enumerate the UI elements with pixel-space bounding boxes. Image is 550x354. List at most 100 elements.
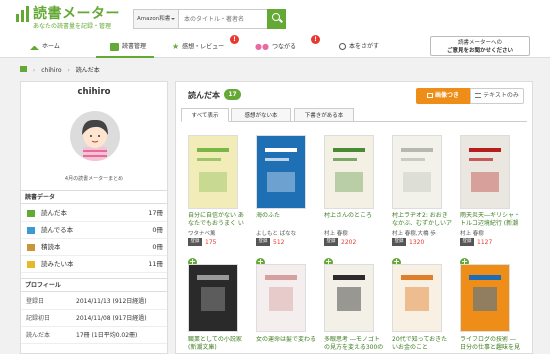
book-title[interactable]: 雨天炎天―ギリシャ・トルコ辺境紀行 (新潮	[460, 212, 520, 227]
book-cover[interactable]	[460, 264, 510, 332]
site-tagline: あなたの読書量を記録・管理	[33, 23, 112, 30]
image-view-icon	[426, 93, 433, 98]
book-author[interactable]: よしもと ばなな	[256, 229, 296, 237]
book-title[interactable]: 自分に自信がない あなたでもおうまく いく	[188, 212, 248, 227]
book-cover[interactable]	[460, 135, 510, 209]
book-title[interactable]: 20代で知っておきたいお金のこと	[392, 336, 452, 351]
view-text-only-button[interactable]: テキストのみ	[470, 88, 524, 104]
book-cover[interactable]	[256, 135, 306, 209]
breadcrumb-user[interactable]: chihiro	[41, 67, 61, 74]
profile-detail-key: 読んだ本	[26, 332, 51, 339]
view-with-images-button[interactable]: 画像つき	[416, 88, 470, 104]
reading-stat-row[interactable]: 読んだ本 17冊	[21, 205, 167, 222]
nav-reading[interactable]: 読書管理	[96, 36, 154, 58]
nav-connect[interactable]: ●● つながる	[255, 36, 296, 58]
read-icon	[27, 210, 35, 217]
book-title[interactable]: ライフログの技術 ―日分の仕事と趣味を見	[460, 336, 520, 351]
reading-stat-count: 11冊	[148, 260, 163, 268]
search-icon	[272, 13, 280, 21]
book-meta: 登録 512	[256, 238, 284, 247]
book-cover[interactable]	[392, 264, 442, 332]
book-icon	[110, 42, 119, 51]
book-title[interactable]: 女の運命は髪で変わる	[256, 336, 316, 351]
shelf-count-badge: 17	[224, 89, 241, 100]
feedback-line2: ご意見をお聞かせください	[446, 48, 513, 54]
book-title[interactable]: 海のふた	[256, 212, 316, 227]
breadcrumb-home-icon[interactable]	[20, 66, 27, 72]
connect-alert-badge: !	[311, 35, 320, 44]
wish-icon	[27, 261, 35, 268]
avatar[interactable]	[70, 111, 120, 161]
book-author[interactable]: 村上 春樹	[324, 229, 348, 237]
profile-detail-row: 記録初日 2014/11/08 (917日経過)	[21, 310, 167, 327]
feedback-line1: 読書メーターへの	[457, 40, 502, 46]
book-meta: 登録 2202	[324, 238, 356, 247]
shelf-tabs: すべて表示 感想がない本 下書きがある本	[181, 108, 527, 122]
tab-no-review[interactable]: 感想がない本	[231, 108, 291, 122]
book-pages: 512	[273, 238, 285, 246]
view-text-only-label: テキストのみ	[483, 92, 519, 99]
register-badge: 登録	[256, 238, 270, 246]
profile-header: プロフィール	[21, 278, 167, 292]
book-cover[interactable]	[256, 264, 306, 332]
book-cover[interactable]	[324, 135, 374, 209]
logo-icon	[16, 6, 30, 22]
shelf-title: 読んだ本	[188, 91, 220, 100]
book-cover[interactable]	[324, 264, 374, 332]
stack-icon	[27, 244, 35, 251]
search-input[interactable]	[181, 10, 267, 28]
bookshelf-panel: 読んだ本 17 画像つき テキストのみ すべて表示 感想がない本 下書きがある本…	[175, 81, 533, 354]
tab-show-all[interactable]: すべて表示	[181, 108, 229, 122]
search-category-select[interactable]: Amazon和書	[134, 10, 179, 28]
register-badge: 登録	[392, 238, 406, 246]
breadcrumb-current: 読んだ本	[75, 67, 100, 74]
reviews-alert-badge: !	[230, 35, 239, 44]
nav-home[interactable]: ホーム	[30, 36, 60, 58]
nav-reviews[interactable]: ★ 感想・レビュー	[172, 36, 224, 58]
book-meta: 登録 1320	[392, 238, 424, 247]
register-badge: 登録	[188, 238, 202, 246]
reading-stat-count: 0冊	[152, 226, 163, 234]
book-author[interactable]: 村上 春樹	[460, 229, 484, 237]
site-title: 読書メーター	[33, 6, 120, 22]
reading-stat-row[interactable]: 積読本 0冊	[21, 239, 167, 256]
people-icon: ●●	[255, 42, 269, 51]
profile-detail-row: 登録日 2014/11/13 (912日経過)	[21, 293, 167, 310]
book-title[interactable]: 村上さんのところ	[324, 212, 384, 227]
profile-detail-value: 2014/11/13 (912日経過)	[76, 298, 147, 305]
register-badge: 登録	[324, 238, 338, 246]
feedback-button[interactable]: 読書メーターへの ご意見をお聞かせください	[430, 36, 530, 56]
user-name[interactable]: chihiro	[21, 87, 167, 97]
tab-has-draft[interactable]: 下書きがある本	[294, 108, 354, 122]
nav-find-books[interactable]: 本をさがす	[339, 36, 379, 58]
reading-stat-label: 読みたい本	[41, 260, 74, 268]
nav-home-label: ホーム	[42, 43, 60, 50]
reading-stat-label: 読んだ本	[41, 209, 67, 217]
profile-detail-value: 2014/11/08 (917日経過)	[76, 315, 147, 322]
nav-reviews-label: 感想・レビュー	[182, 43, 225, 51]
list-view-icon	[475, 93, 482, 98]
book-title[interactable]: 村上ラヂオ2: おおきなかぶ、むずかしいアボ	[392, 212, 452, 227]
search-icon	[339, 43, 346, 50]
book-meta: 登録 1127	[460, 238, 492, 247]
nav-connect-label: つながる	[271, 43, 296, 51]
reading-stat-row[interactable]: 読みたい本 11冊	[21, 256, 167, 273]
search-button[interactable]	[267, 9, 286, 29]
book-cover[interactable]	[188, 264, 238, 332]
book-pages: 175	[205, 238, 217, 246]
star-icon: ★	[172, 42, 180, 51]
reading-stat-row[interactable]: 読んでる本 0冊	[21, 222, 167, 239]
profile-detail-row: 読んだ本 17冊 (1日平均0.02冊)	[21, 327, 167, 344]
book-cover[interactable]	[188, 135, 238, 209]
monthly-summary-link[interactable]: 4月の読書メーターまとめ	[21, 175, 167, 182]
book-title[interactable]: 多眼思考 ―モノゴトの見方を変える300の	[324, 336, 384, 351]
book-title[interactable]: 職業としての小説家 (新潮文庫)	[188, 336, 248, 351]
book-author[interactable]: 村上 春樹,大橋 歩	[392, 229, 436, 237]
search-bar: Amazon和書	[133, 9, 286, 29]
book-author[interactable]: ワタナベ薫	[188, 229, 216, 237]
view-with-images-label: 画像つき	[434, 92, 459, 99]
nav-find-books-label: 本をさがす	[349, 43, 380, 50]
book-cover[interactable]	[392, 135, 442, 209]
home-icon	[30, 42, 39, 50]
book-meta: 登録 175	[188, 238, 216, 247]
